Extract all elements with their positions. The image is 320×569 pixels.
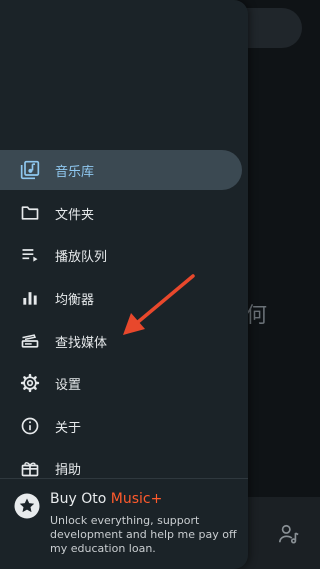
- nav-item-folders[interactable]: 文件夹: [0, 193, 242, 233]
- navigation-drawer: 音乐库 文件夹 播放队列 均衡器 查找媒体 设置 关于 捐助 Buy Oto M…: [0, 0, 248, 569]
- nav-label-equalizer: 均衡器: [55, 292, 95, 308]
- promo-title-accent: Music+: [110, 491, 163, 507]
- gift-icon: [20, 458, 40, 478]
- gear-icon: [20, 373, 40, 393]
- equalizer-icon: [20, 288, 40, 308]
- nav-label-play-queue: 播放队列: [55, 249, 108, 265]
- nav-label-settings: 设置: [55, 377, 82, 393]
- nav-label-donate: 捐助: [55, 462, 82, 478]
- nav-label-music-library: 音乐库: [55, 164, 95, 180]
- nav-item-play-queue[interactable]: 播放队列: [0, 235, 242, 275]
- info-icon: [20, 416, 40, 436]
- scan-media-icon: [20, 331, 40, 351]
- background-partial-text: 何: [246, 303, 267, 327]
- nav-item-music-library[interactable]: 音乐库: [0, 150, 242, 190]
- upgrade-promo[interactable]: Buy Oto Music+ Unlock everything, suppor…: [0, 479, 248, 569]
- nav-label-folders: 文件夹: [55, 207, 95, 223]
- music-library-icon: [20, 160, 40, 180]
- queue-icon: [20, 245, 40, 265]
- promo-title-prefix: Buy Oto: [50, 491, 111, 507]
- nav-label-about: 关于: [55, 420, 82, 436]
- nav-item-scan-media[interactable]: 查找媒体: [0, 321, 242, 361]
- nav-item-settings[interactable]: 设置: [0, 363, 242, 403]
- nav-label-scan-media: 查找媒体: [55, 335, 108, 351]
- nav-item-equalizer[interactable]: 均衡器: [0, 278, 242, 318]
- promo-description: Unlock everything, support development a…: [50, 514, 237, 555]
- person-music-icon: [279, 524, 299, 544]
- star-badge-icon: [14, 493, 40, 519]
- promo-title: Buy Oto Music+: [50, 491, 162, 507]
- folder-icon: [20, 203, 40, 223]
- app-screen: 何 音乐库 文件夹 播放队列 均衡器 查找媒体 设置 关于 捐助 Buy Oto…: [0, 0, 320, 569]
- nav-item-about[interactable]: 关于: [0, 406, 242, 446]
